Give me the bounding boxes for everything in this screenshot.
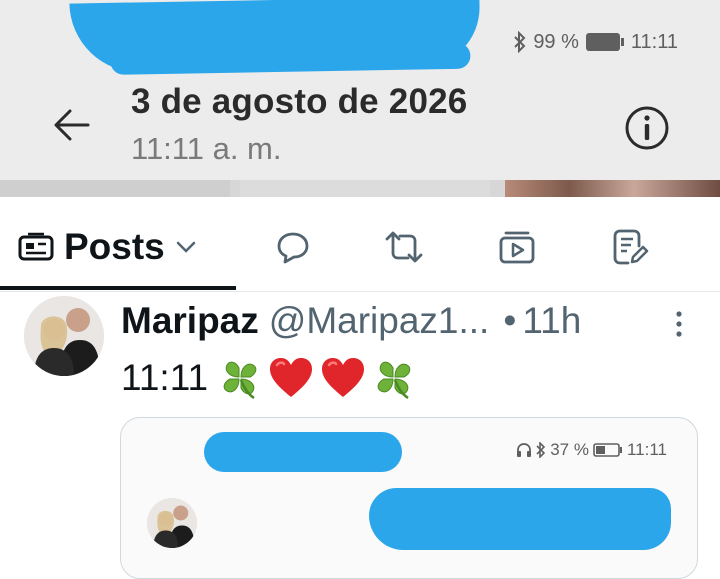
arrow-left-icon bbox=[54, 109, 90, 141]
posts-icon bbox=[18, 232, 54, 261]
headphones-icon bbox=[517, 443, 532, 457]
page-title: 3 de agosto de 2026 bbox=[131, 82, 468, 121]
media-icon bbox=[499, 231, 535, 264]
separator: • bbox=[503, 300, 517, 341]
tab-media[interactable] bbox=[497, 227, 537, 267]
more-vertical-icon bbox=[676, 311, 682, 337]
tab-posts-label: Posts bbox=[64, 226, 165, 267]
redaction-scribble bbox=[69, 0, 481, 74]
back-button[interactable] bbox=[50, 103, 94, 147]
viewer-header: 99 % 11:11 3 de agosto de 2026 11:11 a. … bbox=[0, 0, 720, 180]
media-status-time: 11:11 bbox=[626, 440, 667, 459]
tab-posts[interactable]: Posts bbox=[18, 225, 197, 269]
active-tab-indicator bbox=[0, 286, 236, 290]
background-photo-strip bbox=[0, 180, 720, 197]
tweet[interactable]: Maripaz @Maripaz1... • 11h 11:11 37 % 11… bbox=[0, 292, 720, 579]
tab-articles[interactable] bbox=[610, 227, 650, 267]
tweet-time[interactable]: 11h bbox=[522, 300, 581, 342]
four-leaf-clover-icon bbox=[223, 361, 257, 400]
author-handle[interactable]: @Maripaz1... bbox=[269, 300, 490, 342]
media-battery-percent: 37 % bbox=[550, 440, 589, 459]
redaction-scribble bbox=[204, 432, 402, 472]
status-time: 11:11 bbox=[630, 30, 678, 53]
more-options-button[interactable] bbox=[664, 306, 694, 342]
articles-icon bbox=[613, 229, 649, 265]
avatar[interactable] bbox=[24, 296, 104, 376]
replies-icon bbox=[277, 232, 309, 264]
profile-tabs: Posts bbox=[0, 197, 720, 292]
page-subtitle: 11:11 a. m. bbox=[131, 131, 282, 166]
red-heart-icon bbox=[322, 358, 365, 397]
media-status-bar: 37 % 11:11 bbox=[516, 440, 667, 460]
tweet-text: 11:11 bbox=[121, 354, 416, 402]
tweet-media[interactable]: 37 % 11:11 bbox=[120, 417, 698, 579]
info-icon bbox=[625, 106, 669, 150]
battery-icon bbox=[585, 31, 625, 53]
tweet-text-content: 11:11 bbox=[121, 357, 209, 398]
four-leaf-clover-icon bbox=[377, 361, 411, 400]
red-heart-icon bbox=[270, 358, 313, 397]
chevron-down-icon bbox=[176, 241, 196, 253]
info-button[interactable] bbox=[622, 103, 672, 153]
status-bar: 99 % 11:11 bbox=[513, 30, 678, 54]
tab-replies[interactable] bbox=[273, 227, 313, 267]
tab-reposts[interactable] bbox=[384, 227, 424, 267]
bluetooth-icon bbox=[536, 442, 546, 458]
redaction-scribble bbox=[369, 488, 671, 550]
media-avatar bbox=[147, 498, 197, 548]
author-name[interactable]: Maripaz bbox=[121, 300, 259, 342]
retweet-icon bbox=[385, 231, 423, 263]
battery-icon bbox=[593, 443, 622, 457]
bluetooth-icon bbox=[513, 31, 527, 53]
tweet-header: Maripaz @Maripaz1... • 11h bbox=[121, 300, 581, 344]
battery-percent: 99 % bbox=[533, 30, 579, 53]
